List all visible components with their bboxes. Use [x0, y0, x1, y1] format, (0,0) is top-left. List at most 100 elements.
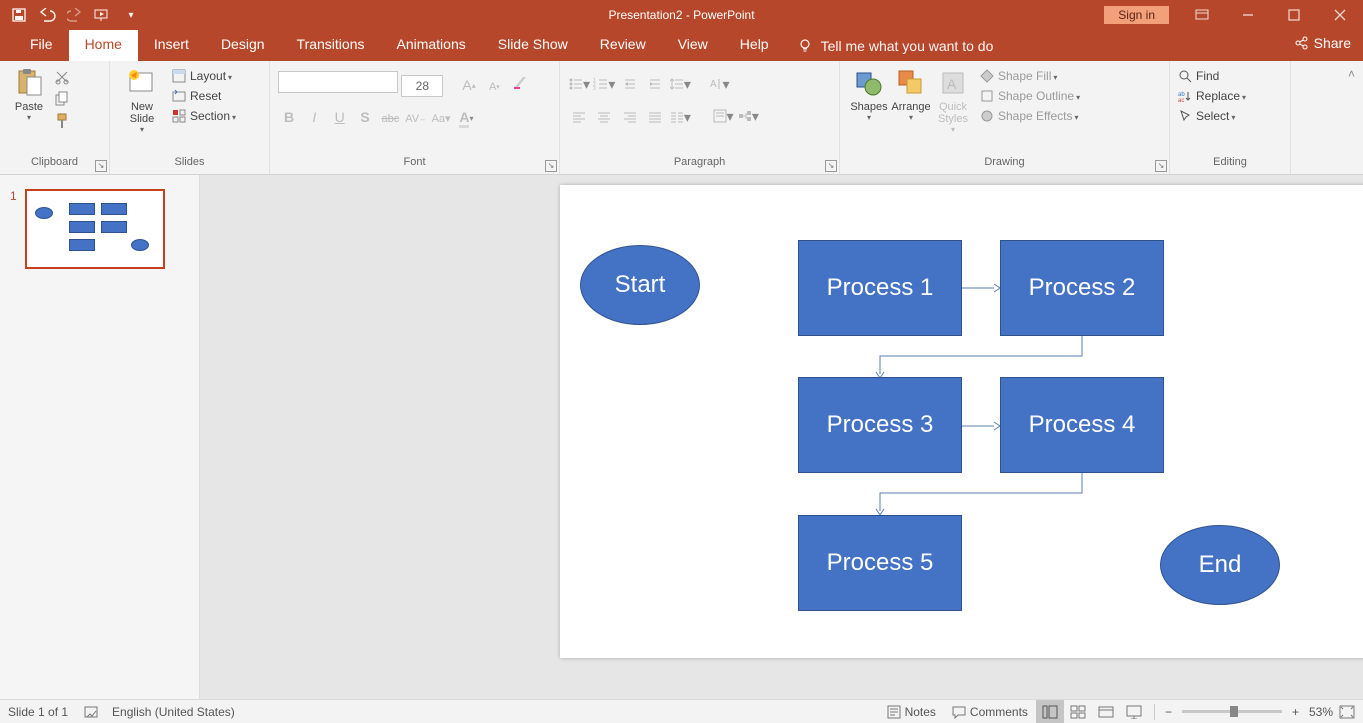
clipboard-dialog-launcher[interactable]: ↘ — [95, 160, 107, 172]
decrease-indent-icon[interactable] — [619, 73, 641, 95]
shapes-button[interactable]: Shapes▾ — [848, 65, 890, 122]
shape-effects-button[interactable]: Shape Effects — [980, 109, 1080, 123]
arrow-p4-p5[interactable] — [874, 473, 1088, 517]
increase-indent-icon[interactable] — [644, 73, 666, 95]
notes-button[interactable]: Notes — [879, 700, 944, 723]
bullets-icon[interactable]: ▾ — [568, 73, 590, 95]
decrease-font-icon[interactable]: A▾ — [483, 76, 505, 98]
bold-icon[interactable]: B — [278, 106, 300, 128]
align-right-icon[interactable] — [619, 106, 641, 128]
font-dialog-launcher[interactable]: ↘ — [545, 160, 557, 172]
redo-icon[interactable] — [64, 4, 86, 26]
fit-to-window-icon[interactable] — [1339, 705, 1355, 719]
character-spacing-icon[interactable]: AV↔ — [405, 108, 427, 130]
slide-sorter-view-icon[interactable] — [1064, 700, 1092, 723]
close-icon[interactable] — [1317, 0, 1363, 30]
cut-icon[interactable] — [54, 69, 70, 85]
arrow-p2-p3[interactable] — [874, 336, 1088, 380]
new-slide-button[interactable]: New Slide ▾ — [118, 65, 166, 134]
copy-icon[interactable] — [54, 91, 70, 107]
reading-view-icon[interactable] — [1092, 700, 1120, 723]
ribbon-display-options-icon[interactable] — [1179, 0, 1225, 30]
line-spacing-icon[interactable]: ▾ — [669, 73, 691, 95]
start-from-beginning-icon[interactable] — [92, 4, 114, 26]
slideshow-view-icon[interactable] — [1120, 700, 1148, 723]
shadow-icon[interactable]: S — [354, 106, 376, 128]
minimize-icon[interactable] — [1225, 0, 1271, 30]
strikethrough-icon[interactable]: abc — [379, 108, 401, 130]
select-button[interactable]: Select — [1178, 109, 1246, 123]
tab-view[interactable]: View — [662, 30, 724, 61]
qat-customize-icon[interactable]: ▾ — [120, 4, 142, 26]
font-name-input[interactable] — [278, 71, 398, 93]
save-icon[interactable] — [8, 4, 30, 26]
text-direction-icon[interactable]: A▾ — [708, 73, 730, 95]
collapse-ribbon-icon[interactable]: ˄ — [1348, 67, 1355, 81]
tab-insert[interactable]: Insert — [138, 30, 205, 61]
justify-icon[interactable] — [644, 106, 666, 128]
shape-end[interactable]: End — [1160, 525, 1280, 605]
drawing-dialog-launcher[interactable]: ↘ — [1155, 160, 1167, 172]
zoom-out-button[interactable]: − — [1161, 705, 1176, 719]
tab-animations[interactable]: Animations — [380, 30, 481, 61]
paragraph-dialog-launcher[interactable]: ↘ — [825, 160, 837, 172]
tab-design[interactable]: Design — [205, 30, 281, 61]
shape-process-4[interactable]: Process 4 — [1000, 377, 1164, 473]
shape-process-5[interactable]: Process 5 — [798, 515, 962, 611]
paste-button[interactable]: Paste ▾ — [8, 65, 50, 122]
slide-thumbnail-1[interactable] — [25, 189, 165, 269]
format-painter-icon[interactable] — [54, 113, 70, 129]
zoom-in-button[interactable]: + — [1288, 705, 1303, 719]
language-indicator[interactable]: English (United States) — [112, 705, 235, 719]
tell-me-search[interactable]: Tell me what you want to do — [785, 30, 1006, 61]
shape-process-3[interactable]: Process 3 — [798, 377, 962, 473]
undo-icon[interactable] — [36, 4, 58, 26]
zoom-level[interactable]: 53% — [1303, 705, 1339, 719]
sign-in-button[interactable]: Sign in — [1104, 6, 1169, 24]
tab-file[interactable]: File — [14, 30, 69, 61]
arrow-p1-p2[interactable] — [962, 281, 1000, 295]
slide[interactable]: Start Process 1 Process 2 Process 3 Proc… — [560, 185, 1363, 658]
smartart-icon[interactable]: ▾ — [737, 105, 759, 127]
underline-icon[interactable]: U — [329, 106, 351, 128]
numbering-icon[interactable]: 123▾ — [593, 73, 615, 95]
shape-process-2[interactable]: Process 2 — [1000, 240, 1164, 336]
shape-outline-button[interactable]: Shape Outline — [980, 89, 1080, 103]
clear-formatting-icon[interactable] — [509, 71, 531, 93]
slide-counter[interactable]: Slide 1 of 1 — [8, 705, 68, 719]
find-button[interactable]: Find — [1178, 69, 1246, 83]
shape-process-1[interactable]: Process 1 — [798, 240, 962, 336]
arrow-p3-p4[interactable] — [962, 419, 1000, 433]
group-font: 28 A▴ A▾ B I U S abc AV↔ Aa▾ A▾ Font ↘ — [270, 61, 560, 174]
replace-button[interactable]: abacReplace — [1178, 89, 1246, 103]
arrange-button[interactable]: Arrange▾ — [890, 65, 932, 122]
change-case-icon[interactable]: Aa▾ — [430, 108, 452, 130]
comments-button[interactable]: Comments — [944, 700, 1036, 723]
svg-text:A: A — [947, 76, 957, 92]
shape-start[interactable]: Start — [580, 245, 700, 325]
columns-icon[interactable]: ▾ — [669, 106, 691, 128]
align-left-icon[interactable] — [568, 106, 590, 128]
slide-canvas-area[interactable]: Start Process 1 Process 2 Process 3 Proc… — [200, 175, 1363, 699]
tab-home[interactable]: Home — [69, 30, 138, 61]
align-center-icon[interactable] — [593, 106, 615, 128]
layout-button[interactable]: Layout — [172, 69, 236, 83]
tab-slideshow[interactable]: Slide Show — [482, 30, 584, 61]
section-button[interactable]: Section — [172, 109, 236, 123]
font-color-icon[interactable]: A▾ — [455, 108, 477, 130]
reset-button[interactable]: Reset — [172, 89, 236, 103]
quick-styles-button[interactable]: A Quick Styles▾ — [932, 65, 974, 134]
font-size-input[interactable]: 28 — [401, 75, 443, 97]
spell-check-icon[interactable] — [84, 705, 100, 719]
shape-fill-button[interactable]: Shape Fill — [980, 69, 1080, 83]
tab-transitions[interactable]: Transitions — [281, 30, 381, 61]
align-text-icon[interactable]: ▾ — [712, 105, 734, 127]
tab-help[interactable]: Help — [724, 30, 785, 61]
italic-icon[interactable]: I — [303, 106, 325, 128]
normal-view-icon[interactable] — [1036, 700, 1064, 723]
tab-review[interactable]: Review — [584, 30, 662, 61]
maximize-icon[interactable] — [1271, 0, 1317, 30]
zoom-slider[interactable] — [1182, 710, 1282, 713]
increase-font-icon[interactable]: A▴ — [458, 74, 480, 96]
share-button[interactable]: Share — [1294, 35, 1351, 51]
